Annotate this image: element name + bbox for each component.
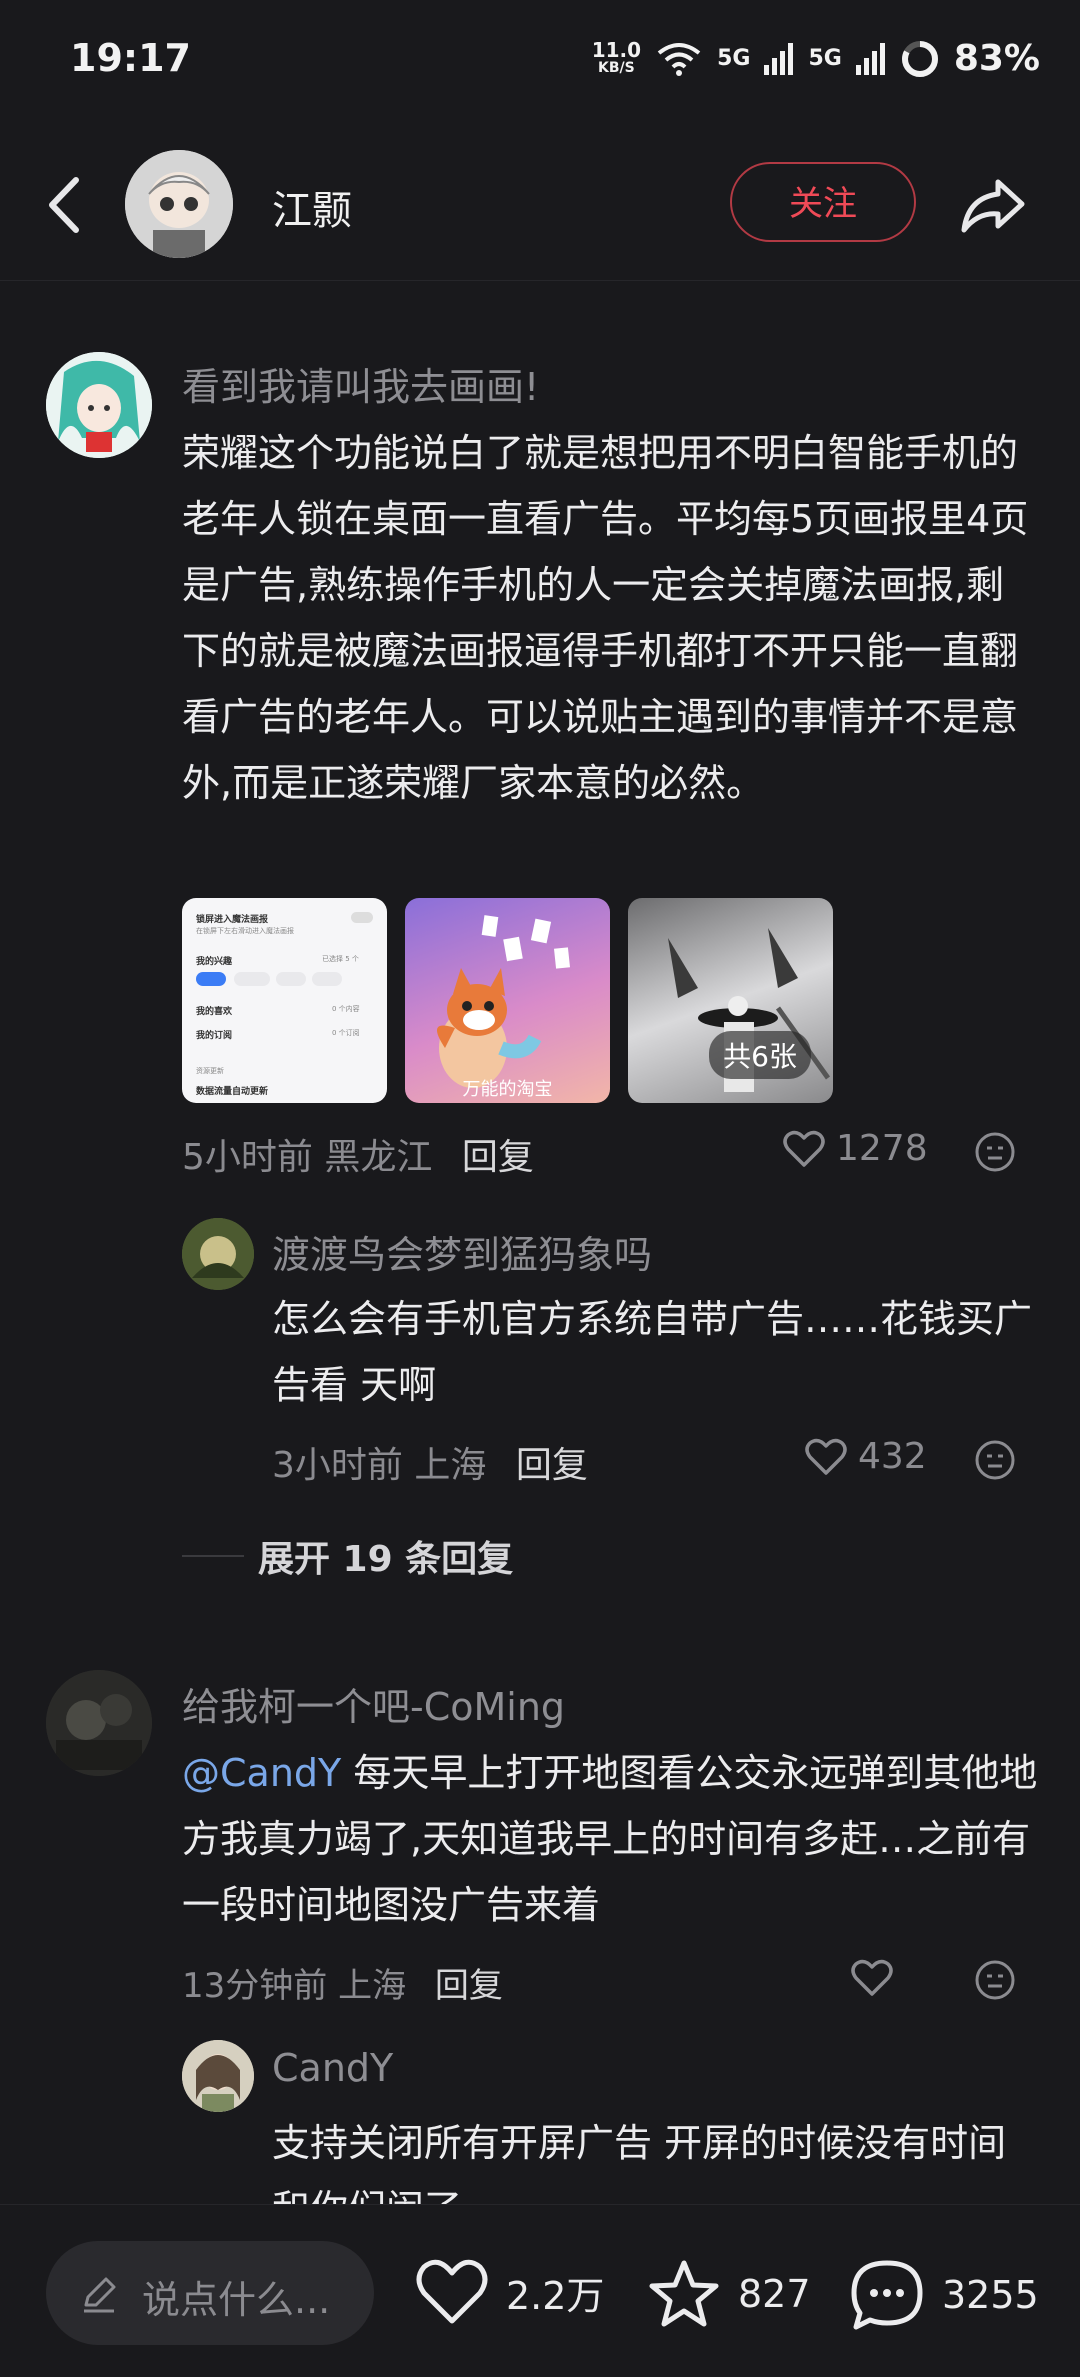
- toggle-graphic: [351, 912, 373, 923]
- reply-avatar[interactable]: [182, 2040, 254, 2112]
- like-button[interactable]: 1278: [782, 1128, 928, 1169]
- image-text: 0 个内容: [332, 1005, 360, 1013]
- follow-button[interactable]: 关注: [730, 162, 916, 242]
- image-caption: 万能的淘宝: [462, 1079, 553, 1100]
- network-speed: 11.0 KB/S: [591, 37, 642, 77]
- share-icon[interactable]: [958, 170, 1028, 240]
- heart-icon: [851, 1959, 893, 1996]
- battery-percent: 83%: [953, 38, 1040, 79]
- network-speed-unit: KB/S: [598, 59, 635, 76]
- emoji-react-icon[interactable]: [973, 1958, 1017, 2002]
- comment-bubble-icon: [851, 2260, 923, 2330]
- image-text: 资源更新: [196, 1067, 224, 1075]
- image-text: 0 个订阅: [332, 1029, 360, 1037]
- signal-5g-label-2: 5G: [808, 46, 842, 71]
- like-button[interactable]: 432: [804, 1436, 927, 1477]
- heart-icon: [416, 2259, 488, 2324]
- like-count: 1278: [836, 1128, 928, 1169]
- reply-text: 怎么会有手机官方系统自带广告……花钱买广告看 天啊: [272, 1297, 1033, 1407]
- reply-author-name[interactable]: 渡渡鸟会梦到猛犸象吗: [272, 1224, 652, 1279]
- network-speed-value: 11.0: [591, 37, 642, 62]
- reply-location: 上海: [414, 1445, 487, 1486]
- like-button[interactable]: [850, 1958, 894, 1998]
- commenter-name[interactable]: 给我柯一个吧-CoMing: [182, 1676, 565, 1731]
- post-like-count: 2.2万: [506, 2273, 605, 2318]
- bottom-action-bar: 说点什么... 2.2万 827 3255: [0, 2204, 1080, 2377]
- fox-illustration: [437, 915, 571, 1088]
- author-name[interactable]: 江颢: [272, 178, 352, 236]
- reply-author-name[interactable]: CandY: [272, 2046, 393, 2090]
- post-favorite-count: 827: [738, 2272, 811, 2316]
- post-comment-count: 3255: [942, 2273, 1039, 2317]
- status-icons: 11.0 KB/S 5G 5G 83%: [592, 38, 1040, 79]
- signal-5g-label-1: 5G: [717, 46, 751, 71]
- comment-text: @CandY 每天早上打开地图看公交永远弹到其他地方我真力竭了,天知道我早上的时…: [182, 1740, 1042, 1938]
- reply-text: 支持关闭所有开屏广告 开屏的时候没有时间和你们闹了: [272, 2121, 1007, 2204]
- heart-icon: [783, 1130, 825, 1167]
- like-count: 432: [858, 1436, 927, 1477]
- comment-input-placeholder: 说点什么...: [142, 2278, 331, 2322]
- reply-avatar[interactable]: [182, 1218, 254, 1290]
- status-time: 19:17: [70, 36, 191, 80]
- back-arrow-icon[interactable]: [36, 170, 96, 240]
- image-count-badge: 共6张: [709, 1031, 811, 1079]
- comment-input[interactable]: 说点什么...: [46, 2241, 374, 2345]
- comment-meta: 5小时前 黑龙江 回复: [182, 1128, 534, 1180]
- reply-button[interactable]: 回复: [462, 1137, 534, 1178]
- post-like-button[interactable]: 2.2万: [414, 2257, 604, 2327]
- signal-bars-icon: [764, 42, 794, 75]
- chip-graphic: [276, 972, 306, 986]
- expand-replies-button[interactable]: 展开 19 条回复: [258, 1530, 513, 1582]
- commenter-name[interactable]: 看到我请叫我去画画!: [182, 356, 539, 411]
- commenter-avatar[interactable]: [46, 1670, 152, 1776]
- reply-time: 3小时前: [272, 1445, 403, 1486]
- chip-graphic: [196, 972, 226, 986]
- comment-location: 上海: [338, 1966, 407, 2006]
- image-text: 已选择 5 个: [322, 955, 359, 963]
- pencil-icon: [84, 2277, 116, 2313]
- star-icon: [649, 2260, 719, 2327]
- comment-text: 荣耀这个功能说白了就是想把用不明白智能手机的老年人锁在桌面一直看广告。平均每5页…: [182, 431, 1029, 805]
- reply-button[interactable]: 回复: [435, 1966, 503, 2006]
- image-text: 我的喜欢: [196, 1007, 233, 1017]
- comment-time: 13分钟前: [182, 1966, 328, 2006]
- commenter-avatar[interactable]: [46, 352, 152, 458]
- comment-location: 黑龙江: [324, 1137, 433, 1178]
- image-text: 锁屏进入魔法画报: [196, 915, 269, 925]
- comment-image-3[interactable]: 共6张: [628, 898, 833, 1103]
- image-text: 在锁屏下左右滑动进入魔法画报: [196, 927, 294, 935]
- battery-ring-icon: [901, 40, 938, 77]
- comment-time: 5小时前: [182, 1137, 313, 1178]
- status-bar: 19:17 11.0 KB/S 5G 5G 83%: [0, 0, 1080, 120]
- comment-image-1[interactable]: 锁屏进入魔法画报 在锁屏下左右滑动进入魔法画报 我的兴趣 已选择 5 个 我的喜…: [182, 898, 387, 1103]
- comment-image-2[interactable]: 万能的淘宝: [405, 898, 610, 1103]
- image-text: 我的兴趣: [196, 957, 233, 967]
- expand-divider: [182, 1555, 244, 1557]
- post-favorite-button[interactable]: 827: [646, 2257, 811, 2331]
- chip-graphic: [234, 972, 270, 986]
- image-text: 我的订阅: [196, 1031, 233, 1041]
- wifi-icon: [657, 42, 701, 76]
- emoji-react-icon[interactable]: [973, 1130, 1017, 1174]
- chip-graphic: [312, 972, 342, 986]
- signal-bars-icon: [855, 42, 885, 75]
- reply-meta: 3小时前 上海 回复: [272, 1436, 588, 1488]
- emoji-react-icon[interactable]: [973, 1438, 1017, 1482]
- mention-link[interactable]: @CandY: [182, 1751, 341, 1795]
- heart-icon: [805, 1438, 847, 1475]
- comment-meta: 13分钟前 上海 回复: [182, 1958, 503, 2007]
- post-header: 江颢 关注: [0, 130, 1080, 281]
- post-comment-button[interactable]: 3255: [848, 2257, 1039, 2333]
- reply-button[interactable]: 回复: [516, 1445, 588, 1486]
- author-avatar[interactable]: [125, 150, 233, 258]
- image-text: 数据流量自动更新: [196, 1087, 269, 1097]
